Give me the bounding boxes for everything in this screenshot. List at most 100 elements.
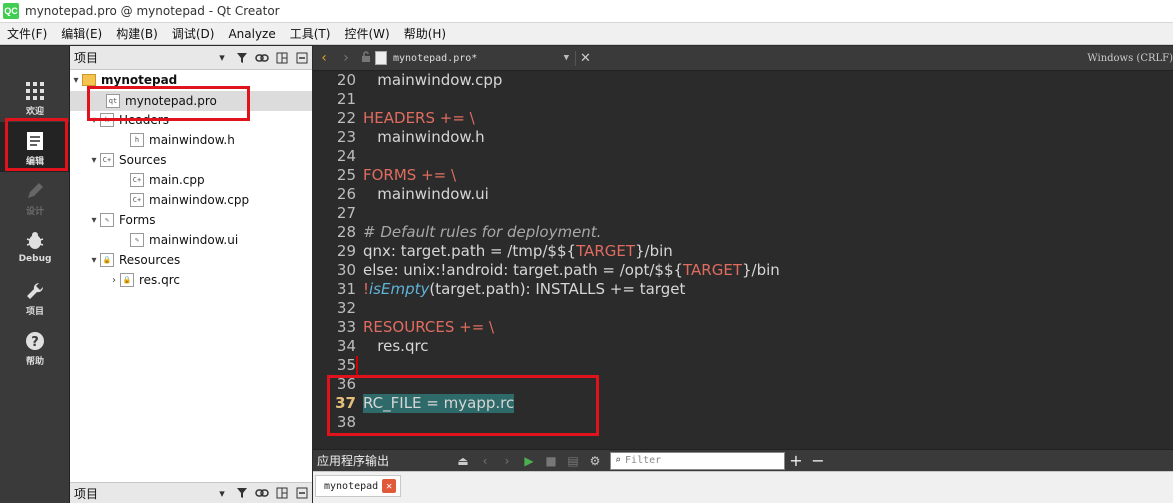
- project-tree: ▾ mynotepad qt mynotepad.pro ▾ h Headers…: [70, 70, 312, 482]
- tree-item-forms[interactable]: ▾ ✎ Forms: [70, 210, 312, 230]
- next-icon[interactable]: ›: [496, 454, 518, 468]
- menu-build[interactable]: 构建(B): [109, 23, 165, 45]
- close-document-icon[interactable]: ✕: [575, 50, 595, 66]
- code-editor[interactable]: 20 mainwindow.cpp 21 22 HEADERS += \ 23 m…: [313, 71, 1173, 449]
- clear-icon[interactable]: ▤: [562, 454, 584, 468]
- filter-icon[interactable]: [232, 48, 252, 68]
- expand-arrow-icon[interactable]: ▾: [88, 115, 100, 126]
- document-selector[interactable]: mynotepad.pro* ▼: [375, 48, 575, 69]
- expand-arrow-icon[interactable]: ▾: [88, 215, 100, 226]
- chevron-down-icon[interactable]: ▾: [212, 483, 232, 503]
- tree-item-label: Resources: [119, 253, 181, 267]
- code-line: 29 qnx: target.path = /tmp/$${TARGET}/bin: [336, 242, 673, 260]
- code-line: 33 RESOURCES += \: [336, 318, 495, 336]
- cpp-file-icon: C+: [130, 193, 144, 207]
- split-icon[interactable]: [272, 48, 292, 68]
- menu-analyze[interactable]: Analyze: [221, 23, 282, 45]
- editor-toolbar: ‹ › mynotepad.pro* ▼ ✕ Windows (CRLF): [313, 46, 1173, 71]
- mode-design[interactable]: 设计: [0, 172, 70, 222]
- mode-label: 帮助: [25, 357, 44, 367]
- chevron-down-icon: ▼: [563, 53, 569, 63]
- expand-arrow-icon[interactable]: ▾: [88, 255, 100, 266]
- expand-arrow-icon[interactable]: ▾: [88, 155, 100, 166]
- zoom-out-icon[interactable]: −: [807, 451, 829, 470]
- headers-folder-icon: h: [100, 113, 114, 127]
- link-icon[interactable]: [252, 483, 272, 503]
- menu-help[interactable]: 帮助(H): [397, 23, 453, 45]
- code-line: 27: [336, 204, 356, 222]
- pro-file-icon: qt: [106, 94, 120, 108]
- tree-item-label: mainwindow.cpp: [149, 193, 250, 207]
- code-line-current: 37 RC_FILE = myapp.rc: [335, 394, 515, 413]
- mode-welcome[interactable]: 欢迎: [0, 72, 70, 122]
- tree-item-mainwindow-cpp[interactable]: C+ mainwindow.cpp: [70, 190, 312, 210]
- expand-arrow-icon[interactable]: ▾: [70, 75, 82, 86]
- filter-icon[interactable]: [232, 483, 252, 503]
- code-line: 30 else: unix:!android: target.path = /op…: [336, 261, 780, 279]
- tree-item-headers[interactable]: ▾ h Headers: [70, 110, 312, 130]
- tree-item-label: Headers: [119, 113, 169, 127]
- code-line: 20 mainwindow.cpp: [336, 71, 503, 89]
- tree-item-project[interactable]: ▾ mynotepad: [70, 70, 312, 90]
- close-pane-icon[interactable]: [292, 48, 312, 68]
- close-pane-icon[interactable]: [292, 483, 312, 503]
- edit-document-icon: [24, 130, 46, 152]
- tree-item-sources[interactable]: ▾ C+ Sources: [70, 150, 312, 170]
- zoom-in-icon[interactable]: +: [785, 451, 807, 470]
- collapse-arrow-icon[interactable]: ›: [108, 275, 120, 286]
- menu-edit[interactable]: 编辑(E): [54, 23, 109, 45]
- tree-item-label: mainwindow.ui: [149, 233, 239, 247]
- menu-bar: 文件(F) 编辑(E) 构建(B) 调试(D) Analyze 工具(T) 控件…: [0, 23, 1173, 45]
- code-line: 32: [336, 299, 356, 317]
- stop-icon[interactable]: ■: [540, 454, 562, 468]
- previous-icon[interactable]: ‹: [474, 454, 496, 468]
- mode-label: Debug: [18, 254, 52, 264]
- change-marker: [356, 356, 358, 375]
- mode-projects[interactable]: 项目: [0, 272, 70, 322]
- tree-item-label: mainwindow.h: [149, 133, 235, 147]
- qrc-file-icon: 🔒: [120, 273, 134, 287]
- tree-item-main-cpp[interactable]: C+ main.cpp: [70, 170, 312, 190]
- cpp-file-icon: C+: [130, 173, 144, 187]
- mode-debug[interactable]: Debug: [0, 222, 70, 272]
- tree-item-label: main.cpp: [149, 173, 205, 187]
- go-back-icon[interactable]: ‹: [313, 50, 335, 66]
- menu-tools[interactable]: 工具(T): [283, 23, 338, 45]
- run-icon[interactable]: ▶: [518, 454, 540, 468]
- mode-edit[interactable]: 编辑: [0, 122, 70, 172]
- tree-item-mainwindow-h[interactable]: h mainwindow.h: [70, 130, 312, 150]
- code-line: 31 !isEmpty(target.path): INSTALLS += tar…: [336, 280, 686, 298]
- forms-folder-icon: ✎: [100, 213, 114, 227]
- attach-icon[interactable]: ⏏: [452, 454, 474, 468]
- menu-file[interactable]: 文件(F): [0, 23, 54, 45]
- chevron-down-icon[interactable]: ▾: [212, 48, 232, 68]
- resources-folder-icon: 🔒: [100, 253, 114, 267]
- link-icon[interactable]: [252, 48, 272, 68]
- svg-text:?: ?: [31, 335, 39, 350]
- help-icon: ?: [24, 330, 46, 352]
- output-tab[interactable]: mynotepad ✕: [315, 475, 402, 497]
- go-forward-icon[interactable]: ›: [335, 50, 357, 66]
- tree-item-mainwindow-ui[interactable]: ✎ mainwindow.ui: [70, 230, 312, 250]
- mode-label: 设计: [25, 207, 44, 217]
- pro-file-icon: [375, 51, 387, 65]
- code-line: 21: [336, 90, 356, 108]
- title-bar: QC mynotepad.pro @ mynotepad - Qt Creato…: [0, 0, 1173, 23]
- wrench-icon: [24, 280, 46, 302]
- close-tab-icon[interactable]: ✕: [382, 479, 397, 493]
- menu-debug[interactable]: 调试(D): [165, 23, 222, 45]
- tree-item-pro-file[interactable]: qt mynotepad.pro: [70, 91, 312, 111]
- split-icon[interactable]: [272, 483, 292, 503]
- settings-gear-icon[interactable]: ⚙: [584, 454, 606, 468]
- sources-folder-icon: C+: [100, 153, 114, 167]
- filter-placeholder: Filter: [625, 455, 662, 466]
- output-tabs: mynotepad ✕: [313, 471, 1173, 503]
- tree-item-res-qrc[interactable]: › 🔒 res.qrc: [70, 270, 312, 290]
- filter-input[interactable]: ⌕ Filter: [610, 451, 785, 470]
- window-title: mynotepad.pro @ mynotepad - Qt Creator: [25, 4, 280, 18]
- line-ending-selector[interactable]: Windows (CRLF): [1087, 53, 1173, 64]
- tree-item-label: mynotepad: [101, 73, 178, 87]
- mode-help[interactable]: ? 帮助: [0, 322, 70, 372]
- menu-controls[interactable]: 控件(W): [337, 23, 396, 45]
- tree-item-resources[interactable]: ▾ 🔒 Resources: [70, 250, 312, 270]
